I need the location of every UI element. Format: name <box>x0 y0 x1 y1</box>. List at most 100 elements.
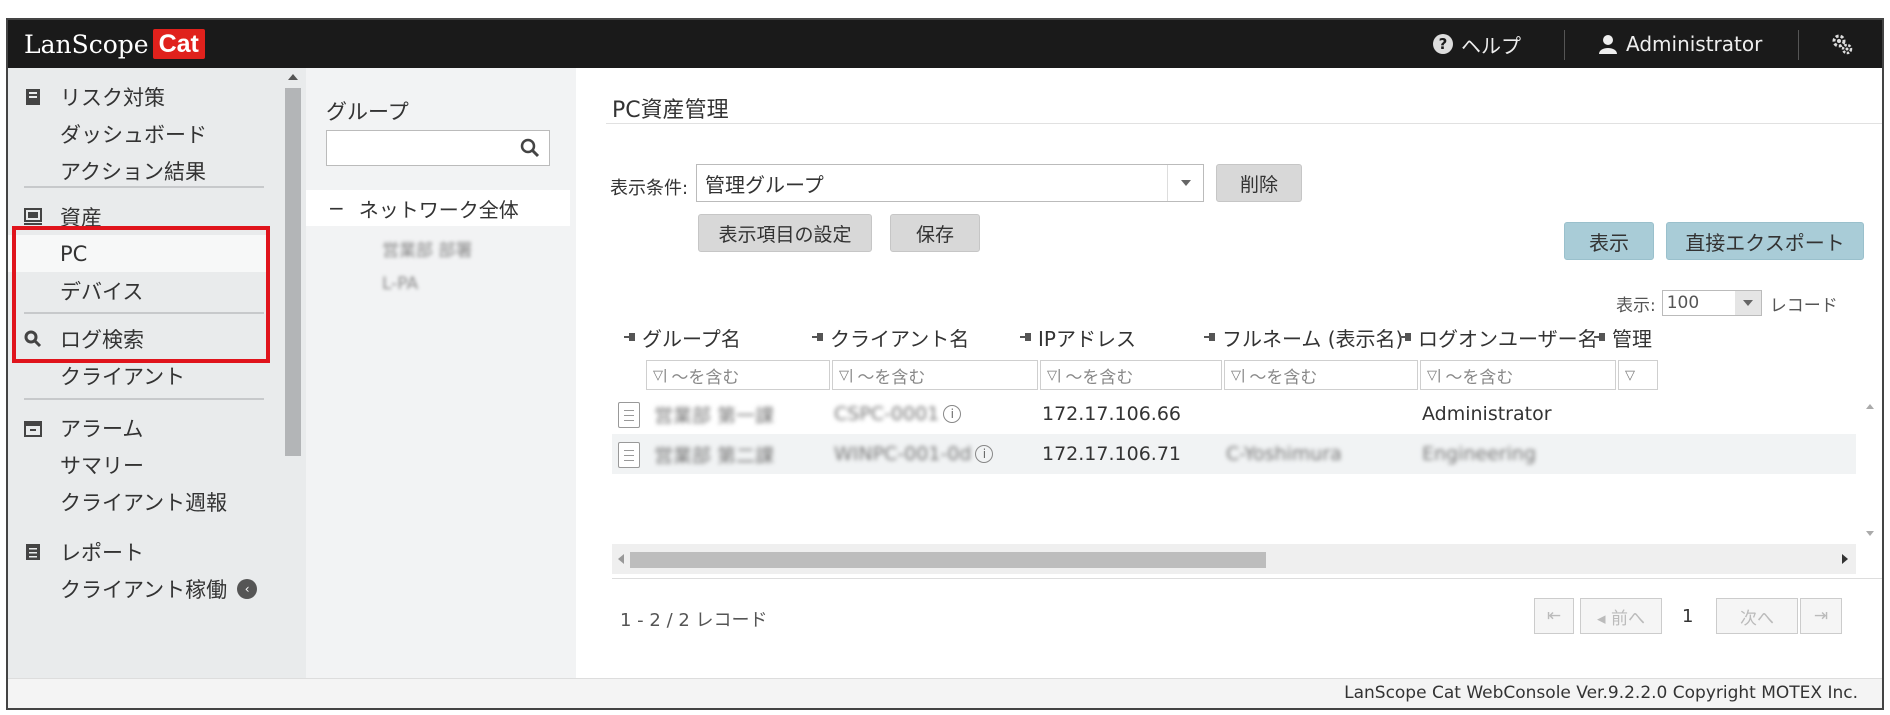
table-row[interactable]: 営業部 第一課 CSPC-0001 i 172.17.106.66 Adminis… <box>612 394 1882 434</box>
filter-icon: ▽| <box>1231 367 1246 383</box>
next-page-button[interactable]: 次へ <box>1716 598 1798 634</box>
topbar-divider <box>1798 30 1799 60</box>
grid-divider <box>612 578 1882 579</box>
app-window: LanScope Cat ? ヘルプ Administrator リスク対策 ダ… <box>6 18 1884 710</box>
scroll-right-icon[interactable] <box>1842 554 1848 564</box>
nav-item-dashboard[interactable]: ダッシュボード <box>8 115 270 152</box>
last-page-button[interactable]: ⇥ <box>1800 598 1842 634</box>
user-icon <box>1599 35 1617 54</box>
expand-icon[interactable]: ‹ <box>237 578 258 599</box>
nav-head-alarm[interactable]: アラーム <box>8 409 270 446</box>
column-header-logon[interactable]: ログオンユーザー名 <box>1400 318 1598 356</box>
delete-button[interactable]: 削除 <box>1216 164 1302 202</box>
filter-input-ip[interactable]: ▽| ～を含む <box>1040 360 1222 390</box>
app-logo[interactable]: LanScope Cat <box>24 28 205 60</box>
pin-icon[interactable] <box>812 331 824 343</box>
filter-input-fullname[interactable]: ▽| ～を含む <box>1224 360 1418 390</box>
column-header-fullname[interactable]: フルネーム (表示名) <box>1204 318 1403 356</box>
pin-icon[interactable] <box>1020 331 1032 343</box>
nav-item-client-weekly[interactable]: クライアント週報 <box>8 483 270 520</box>
pin-icon[interactable] <box>1594 331 1606 343</box>
filter-input-group[interactable]: ▽| ～を含む <box>646 360 830 390</box>
detail-icon[interactable] <box>618 442 640 468</box>
condition-select[interactable]: 管理グループ <box>696 164 1204 202</box>
page-title: PC資産管理 <box>612 98 729 123</box>
column-header-group[interactable]: グループ名 <box>624 318 741 356</box>
collapse-icon[interactable]: − <box>328 196 345 220</box>
help-link[interactable]: ? ヘルプ <box>1433 20 1521 68</box>
column-settings-button[interactable]: 表示項目の設定 <box>698 214 872 252</box>
scrollbar-thumb[interactable] <box>285 88 301 456</box>
chevron-down-icon[interactable] <box>1734 291 1761 315</box>
scroll-down-icon[interactable] <box>1866 531 1874 536</box>
help-label: ヘルプ <box>1461 33 1521 58</box>
scrollbar-thumb[interactable] <box>630 552 1266 568</box>
cell-client: CSPC-0001 i <box>834 394 962 434</box>
filter-placeholder: ～を含む <box>1249 367 1318 388</box>
cell-client: WINPC-001-0d i <box>834 434 994 474</box>
column-header-client[interactable]: クライアント名 <box>812 318 969 356</box>
table-row[interactable]: 営業部 第二課 WINPC-001-0d i 172.17.106.71 C-Yo… <box>612 434 1882 474</box>
logo-text: LanScope <box>24 29 149 59</box>
highlight-box-asset <box>12 226 270 363</box>
nav-item-client-operation[interactable]: クライアント稼働 ‹ <box>8 570 270 607</box>
show-button[interactable]: 表示 <box>1564 222 1654 260</box>
cell-ip: 172.17.106.66 <box>1042 403 1182 425</box>
pin-icon[interactable] <box>1400 331 1412 343</box>
info-icon[interactable]: i <box>943 405 962 423</box>
page-size-unit: レコード <box>1769 295 1838 316</box>
info-icon[interactable]: i <box>975 445 994 463</box>
column-header-ip[interactable]: IPアドレス <box>1020 318 1136 356</box>
column-header-manage[interactable]: 管理 <box>1594 318 1652 356</box>
user-menu[interactable]: Administrator <box>1598 20 1762 68</box>
scroll-up-icon[interactable] <box>288 74 298 80</box>
nav-item-summary[interactable]: サマリー <box>8 446 270 483</box>
pin-icon[interactable] <box>624 331 636 343</box>
column-label: ログオンユーザー名 <box>1418 326 1598 351</box>
nav-item-action-results[interactable]: アクション結果 <box>8 152 270 189</box>
prev-page-button[interactable]: ◂ 前へ <box>1580 598 1662 634</box>
column-label: 管理 <box>1612 326 1652 351</box>
data-grid: グループ名 クライアント名 IPアドレス フルネーム (表示名) ログオンユーザ… <box>612 318 1882 578</box>
client-name: WINPC-001-0d <box>834 443 972 465</box>
cell-group: 営業部 第二課 <box>654 444 775 467</box>
nav-scrollbar[interactable] <box>278 68 306 692</box>
search-icon[interactable] <box>519 137 541 159</box>
group-panel: グループ − ネットワーク全体 営業部 部署 L-PA <box>306 68 576 692</box>
scroll-left-icon[interactable] <box>618 554 624 564</box>
column-label: クライアント名 <box>830 326 970 351</box>
condition-value: 管理グループ <box>705 172 824 197</box>
detail-icon[interactable] <box>618 402 640 428</box>
settings-gear-icon[interactable] <box>1830 32 1854 56</box>
filter-input-manage[interactable]: ▽ <box>1618 360 1658 390</box>
save-button[interactable]: 保存 <box>890 214 980 252</box>
nav-head-label: アラーム <box>60 416 144 441</box>
tree-node-label: ネットワーク全体 <box>358 197 519 222</box>
tree-node-child[interactable]: 営業部 部署 <box>382 236 472 261</box>
column-label: IPアドレス <box>1038 326 1136 351</box>
copyright-text: LanScope Cat WebConsole Ver.9.2.2.0 Copy… <box>1344 683 1858 703</box>
export-button[interactable]: 直接エクスポート <box>1666 222 1864 260</box>
group-search-input[interactable] <box>326 130 550 166</box>
chevron-down-icon[interactable] <box>1167 165 1203 201</box>
nav-divider <box>24 398 264 400</box>
nav-item-label: クライアント稼働 <box>60 577 228 602</box>
grid-vertical-scrollbar[interactable] <box>1856 394 1882 544</box>
nav-head-report[interactable]: レポート <box>8 533 270 570</box>
tree-node-network-all[interactable]: − ネットワーク全体 <box>306 190 570 226</box>
page-size-select[interactable]: 100 <box>1661 290 1762 316</box>
nav-head-label: リスク対策 <box>60 85 165 110</box>
tree-node-child[interactable]: L-PA <box>382 274 418 294</box>
scroll-up-icon[interactable] <box>1866 404 1874 409</box>
grid-horizontal-scrollbar[interactable] <box>612 544 1856 574</box>
logo-badge: Cat <box>152 29 205 59</box>
group-title: グループ <box>326 100 409 124</box>
filter-icon: ▽| <box>1047 367 1062 383</box>
client-name: CSPC-0001 <box>834 403 940 425</box>
filter-input-client[interactable]: ▽| ～を含む <box>832 360 1038 390</box>
pin-icon[interactable] <box>1204 331 1216 343</box>
first-page-button[interactable]: ⇤ <box>1534 598 1574 634</box>
filter-input-logon[interactable]: ▽| ～を含む <box>1420 360 1616 390</box>
column-label: グループ名 <box>642 326 741 351</box>
nav-head-risk[interactable]: リスク対策 <box>8 78 270 115</box>
